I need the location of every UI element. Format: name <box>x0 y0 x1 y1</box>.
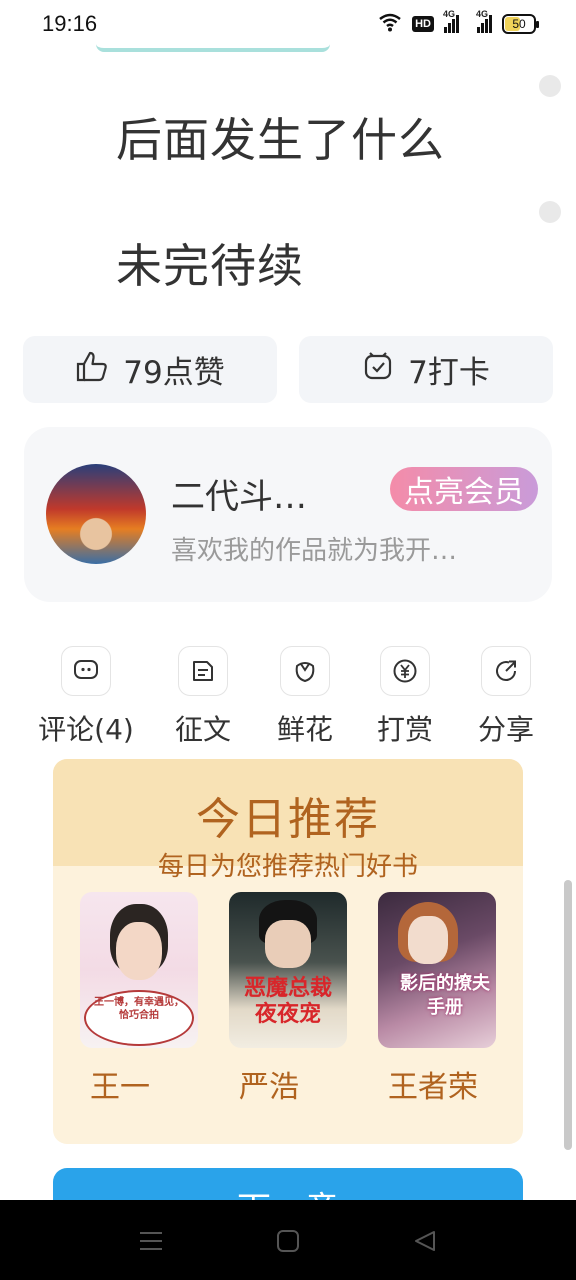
tool-reward[interactable]: 打赏 <box>350 646 460 748</box>
scrollbar[interactable] <box>564 880 572 1150</box>
signal-icon: 4G <box>443 9 459 33</box>
thumbs-up-icon <box>75 350 109 390</box>
menu-icon[interactable] <box>134 1224 168 1258</box>
tool-flower[interactable]: 鲜花 <box>250 646 360 748</box>
tool-essay[interactable]: 征文 <box>148 646 258 748</box>
back-icon[interactable] <box>408 1224 442 1258</box>
flower-icon <box>280 646 330 696</box>
tool-label: 鲜花 <box>276 713 333 746</box>
avatar[interactable] <box>46 464 146 564</box>
story-line: 后面发生了什么 <box>116 113 445 167</box>
author-card[interactable]: 二代斗… 点亮会员 喜欢我的作品就为我开… <box>24 427 552 602</box>
tool-share[interactable]: 分享 <box>451 646 561 748</box>
like-label: 79点赞 <box>123 355 225 391</box>
story-line: 未完待续 <box>116 239 304 293</box>
home-icon[interactable] <box>271 1224 305 1258</box>
status-icons: HD 4G 4G 50 <box>378 9 539 36</box>
top-strip <box>96 44 330 52</box>
reward-icon <box>380 646 430 696</box>
tool-label: 征文 <box>174 713 231 746</box>
status-time: 19:16 <box>42 11 98 36</box>
book-item[interactable]: 恶魔总裁夜夜宠 严浩 <box>229 892 347 1106</box>
book-cover-text: 恶魔总裁夜夜宠 <box>243 976 332 1027</box>
comment-icon <box>61 646 111 696</box>
recommend-card: 今日推荐 每日为您推荐热门好书 王一博，有幸遇见，恰巧合拍 王一 恶魔总裁夜夜宠… <box>53 759 523 1144</box>
book-title: 王一 <box>90 1070 150 1105</box>
vip-button[interactable]: 点亮会员 <box>390 467 538 511</box>
signal-icon-2: 4G <box>476 9 492 33</box>
hd-icon: HD <box>412 16 434 32</box>
author-subtitle: 喜欢我的作品就为我开… <box>171 536 458 566</box>
author-name: 二代斗… <box>171 477 307 517</box>
like-button[interactable]: 79点赞 <box>23 336 277 403</box>
book-item[interactable]: 王一博，有幸遇见，恰巧合拍 王一 <box>80 892 198 1106</box>
book-cover-text: 影后的撩夫手册 <box>400 973 490 1018</box>
book-cover[interactable]: 影后的撩夫手册 <box>378 892 496 1048</box>
scroll-dot <box>539 75 561 97</box>
book-cover[interactable]: 王一博，有幸遇见，恰巧合拍 <box>80 892 198 1048</box>
navigation-bar <box>0 1200 576 1280</box>
scroll-dot <box>539 201 561 223</box>
tool-comment[interactable]: 评论(4) <box>31 646 141 748</box>
book-cover-text: 王一博，有幸遇见，恰巧合拍 <box>94 997 184 1021</box>
tool-label: 打赏 <box>376 713 433 746</box>
essay-icon <box>178 646 228 696</box>
recommend-title: 今日推荐 <box>196 794 380 845</box>
book-item[interactable]: 影后的撩夫手册 王者荣 <box>378 892 496 1106</box>
checkin-label: 7打卡 <box>408 355 490 391</box>
tool-label: 分享 <box>477 713 534 746</box>
recommend-subtitle: 每日为您推荐热门好书 <box>157 852 418 882</box>
tool-label: 评论(4) <box>38 713 134 746</box>
battery-icon: 50 <box>502 14 539 34</box>
share-icon <box>481 646 531 696</box>
book-title: 王者荣 <box>388 1070 478 1105</box>
book-title: 严浩 <box>239 1070 299 1105</box>
book-cover[interactable]: 恶魔总裁夜夜宠 <box>229 892 347 1048</box>
checkin-button[interactable]: 7打卡 <box>299 336 553 403</box>
wifi-icon <box>378 12 402 36</box>
alarm-clock-icon <box>362 350 394 390</box>
